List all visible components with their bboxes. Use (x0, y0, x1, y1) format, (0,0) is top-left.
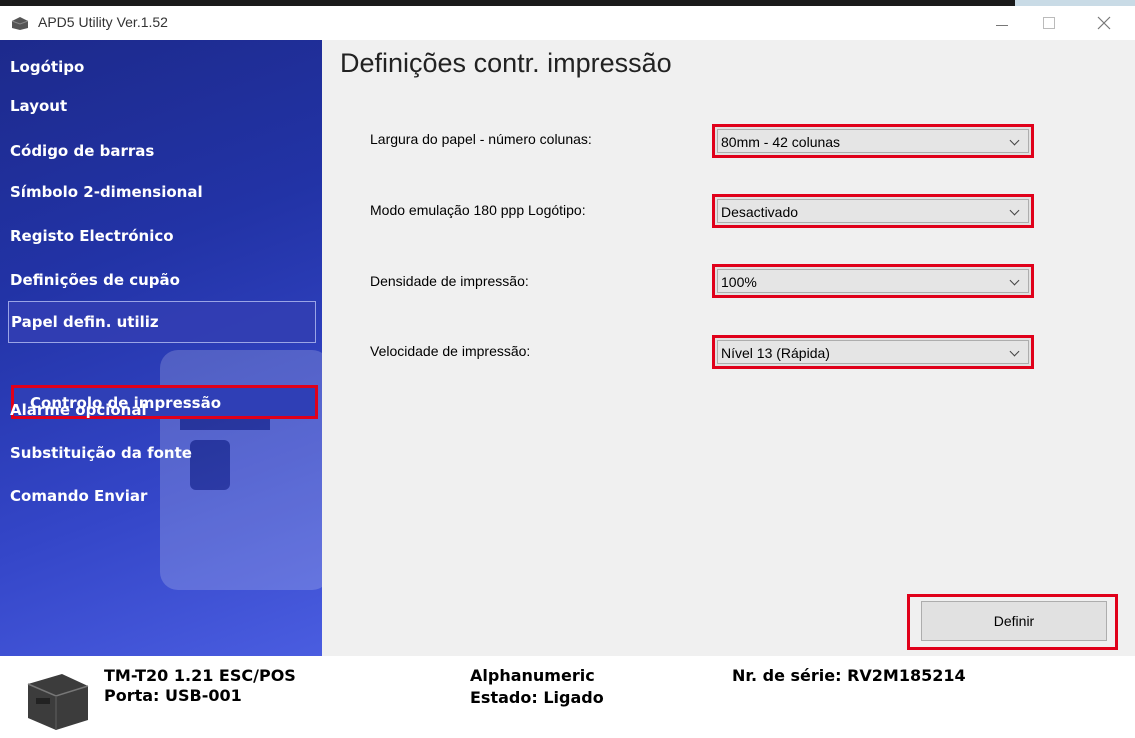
emulation-mode-label: Modo emulação 180 ppp Logótipo: (370, 202, 586, 218)
printer-icon (27, 674, 89, 730)
sidebar-item-definicoes-cupao[interactable]: Definições de cupão (10, 265, 310, 295)
title-bar: APD5 Utility Ver.1.52 (0, 6, 1135, 40)
sidebar-item-substituicao-fonte[interactable]: Substituição da fonte (10, 438, 310, 468)
print-speed-value: Nível 13 (Rápida) (721, 345, 830, 361)
sidebar-item-codigo-barras[interactable]: Código de barras (10, 136, 310, 166)
printer-status: Estado: Ligado (470, 688, 604, 707)
sidebar-item-alarme-opcional[interactable]: Alarme opcional (10, 395, 310, 425)
sidebar-item-registo-electronico[interactable]: Registo Electrónico (10, 221, 310, 251)
print-speed-label: Velocidade de impressão: (370, 343, 531, 359)
printer-port: Porta: USB-001 (104, 686, 242, 705)
chevron-down-icon (1010, 130, 1020, 154)
emulation-mode-select[interactable]: Desactivado (712, 194, 1034, 228)
maximize-icon (1043, 17, 1055, 29)
print-density-value: 100% (721, 274, 757, 290)
close-button[interactable] (1081, 6, 1127, 40)
close-icon (1097, 16, 1111, 30)
status-footer: TM-T20 1.21 ESC/POS Porta: USB-001 Alpha… (0, 656, 1135, 738)
sidebar: Logótipo Layout Código de barras Símbolo… (0, 40, 322, 656)
print-density-label: Densidade de impressão: (370, 273, 529, 289)
paper-width-label: Largura do papel - número colunas: (370, 131, 592, 147)
window-title: APD5 Utility Ver.1.52 (38, 14, 168, 30)
printer-mode: Alphanumeric (470, 666, 595, 685)
sidebar-item-layout[interactable]: Layout (10, 91, 310, 121)
maximize-button[interactable] (1026, 6, 1072, 40)
paper-width-select[interactable]: 80mm - 42 colunas (712, 124, 1034, 158)
serial-number: Nr. de série: RV2M185214 (732, 666, 966, 685)
print-speed-select[interactable]: Nível 13 (Rápida) (712, 335, 1034, 369)
sidebar-item-comando-enviar[interactable]: Comando Enviar (10, 481, 310, 511)
sidebar-item-logotipo[interactable]: Logótipo (10, 52, 310, 82)
sidebar-item-simbolo-2d[interactable]: Símbolo 2-dimensional (10, 177, 310, 207)
sidebar-printer-illustration (160, 350, 322, 590)
app-printer-icon (11, 17, 29, 30)
print-density-select[interactable]: 100% (712, 264, 1034, 298)
define-button[interactable]: Definir (921, 601, 1107, 641)
paper-width-value: 80mm - 42 colunas (721, 134, 841, 150)
minimize-icon (996, 24, 1008, 26)
sidebar-item-papel-defin[interactable]: Papel defin. utiliz (8, 301, 316, 343)
minimize-button[interactable] (979, 6, 1025, 40)
printer-model: TM-T20 1.21 ESC/POS (104, 666, 296, 685)
chevron-down-icon (1010, 341, 1020, 365)
page-title: Definições contr. impressão (340, 48, 672, 78)
define-button-highlight: Definir (907, 594, 1118, 650)
chevron-down-icon (1010, 270, 1020, 294)
chevron-down-icon (1010, 200, 1020, 224)
emulation-mode-value: Desactivado (721, 204, 799, 220)
